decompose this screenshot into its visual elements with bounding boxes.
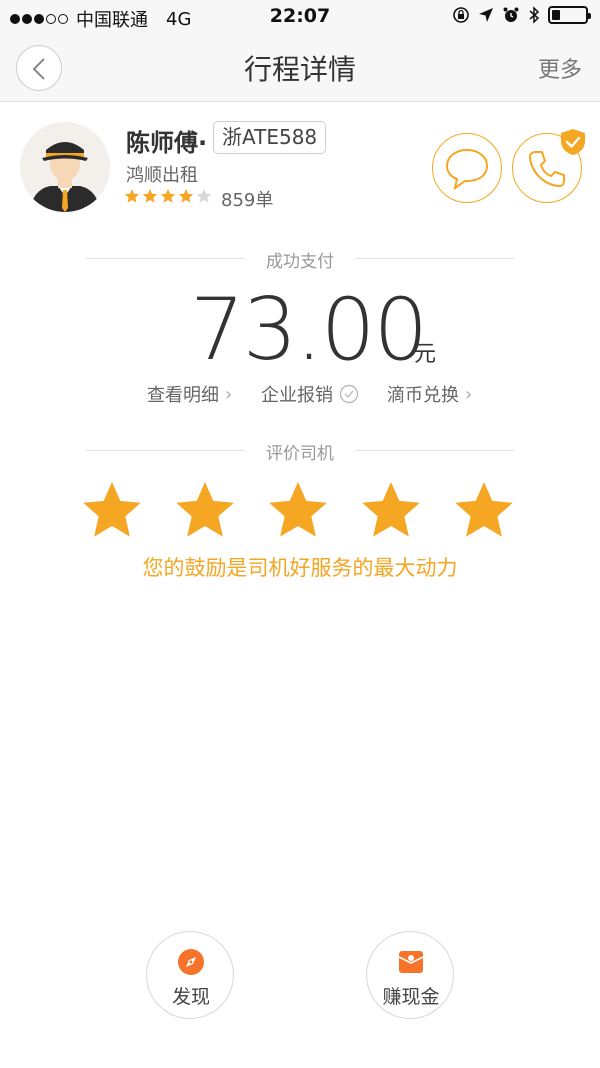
rate-star-3-icon[interactable] [266, 478, 330, 542]
rating-star-icon [196, 189, 212, 203]
rating-star-icon [178, 189, 194, 203]
taxi-company: 鸿顺出租 [126, 165, 198, 186]
signal-strength-icon [10, 14, 70, 24]
chat-bubble-icon [445, 148, 489, 191]
signal-dot [58, 14, 68, 24]
corporate-expense-link[interactable]: 企业报销 [261, 381, 359, 407]
security-shield-icon [561, 129, 585, 155]
rating-star-icon [124, 189, 140, 203]
cash-envelope-icon [398, 951, 424, 973]
payment-status-label: 成功支付 [266, 252, 334, 272]
signal-dot [22, 14, 32, 24]
driver-avatar-icon [20, 122, 110, 212]
carrier-name: 中国联通 [76, 10, 148, 31]
rating-star-icon [142, 189, 158, 203]
coin-exchange-link[interactable]: 滴币兑换 › [387, 381, 472, 407]
payment-status-divider: 成功支付 [86, 246, 514, 272]
rate-driver-label: 评价司机 [266, 444, 334, 464]
corporate-expense-label: 企业报销 [261, 385, 333, 406]
driver-avatar [20, 122, 110, 212]
encouragement-text: 您的鼓励是司机好服务的最大动力 [142, 556, 458, 580]
alarm-icon [503, 7, 519, 22]
divider-line [356, 450, 514, 451]
discover-button[interactable]: 发现 [146, 931, 234, 1019]
chevron-right-icon: › [465, 383, 473, 405]
page-title: 行程详情 [243, 53, 356, 86]
check-circle-icon [339, 384, 359, 404]
status-bar: 中国联通 4G 22:07 [0, 0, 600, 36]
battery-icon [548, 6, 591, 24]
more-button[interactable]: 更多 [538, 52, 582, 84]
status-left: 中国联通 4G [10, 6, 191, 32]
rate-driver-stars [80, 478, 520, 542]
rate-star-2-icon[interactable] [173, 478, 237, 542]
signal-dot [34, 14, 44, 24]
status-right [452, 6, 591, 24]
navigation-bar: 行程详情 更多 [0, 36, 600, 102]
signal-dot [46, 14, 56, 24]
rate-star-5-icon[interactable] [452, 478, 516, 542]
location-arrow-icon [479, 8, 493, 22]
currency-unit: 元 [414, 342, 437, 367]
compass-icon [178, 949, 204, 975]
orientation-lock-icon [453, 7, 469, 23]
network-type: 4G [166, 8, 192, 30]
rate-driver-divider: 评价司机 [86, 438, 514, 464]
signal-dot [10, 14, 20, 24]
driver-rating-stars [124, 188, 212, 204]
license-plate-badge: 浙ATE588 [213, 121, 327, 154]
coin-exchange-label: 滴币兑换 [387, 385, 459, 406]
driver-name: 陈师傅· [126, 129, 208, 157]
chevron-right-icon: › [225, 383, 233, 405]
driver-order-count: 859单 [221, 190, 274, 211]
chevron-left-icon [32, 58, 45, 80]
rating-star-icon [160, 189, 176, 203]
earn-cash-label: 赚现金 [382, 986, 440, 1008]
view-details-link[interactable]: 查看明细 › [147, 381, 232, 407]
discover-label: 发现 [171, 986, 210, 1008]
fare-amount: 73.00 [190, 280, 428, 380]
back-button[interactable] [16, 45, 62, 91]
divider-line [356, 258, 514, 259]
message-driver-button[interactable] [432, 133, 502, 203]
payment-links: 查看明细 › 企业报销 滴币兑换 › [0, 381, 600, 407]
bluetooth-icon [529, 6, 540, 24]
rate-star-1-icon[interactable] [80, 478, 144, 542]
view-details-label: 查看明细 [147, 385, 219, 406]
rate-star-4-icon[interactable] [359, 478, 423, 542]
earn-cash-button[interactable]: 赚现金 [366, 931, 454, 1019]
